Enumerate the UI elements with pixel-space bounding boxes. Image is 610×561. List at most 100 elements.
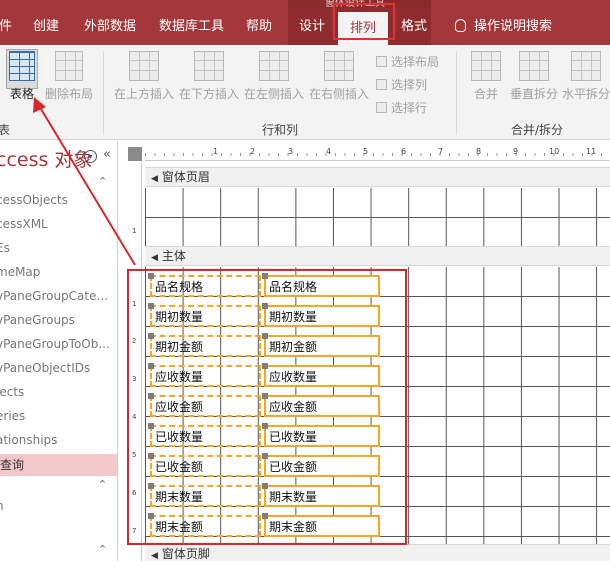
insert-above-button[interactable]: 在上方插入 [113,51,175,102]
section-title: 窗体页眉 [161,170,210,184]
field-textbox[interactable]: 已收金额 [264,455,380,477]
field-label[interactable]: 已收金额 [150,455,261,477]
move-handle[interactable] [262,423,268,429]
tab-design[interactable]: 设计 [299,8,325,45]
tab-file[interactable]: 文件 [0,8,12,45]
move-handle[interactable] [262,393,268,399]
insert-right-icon [324,51,354,81]
split-horizontal-button[interactable]: 水平拆分 [561,51,610,102]
chevron-up-icon[interactable]: ⌃ [98,478,107,491]
section-bar-detail[interactable]: ◀ 主体 [145,246,610,266]
ruler-label: 9 [513,147,519,156]
field-label[interactable]: 期初金额 [150,335,261,357]
nav-pane-title[interactable]: ccess 对象 [0,145,92,172]
ribbon-arrange: 表格 删除布局 表 在上方插入 在下方插入 在左侧插入 在右侧插入 选择布局 选… [0,45,610,140]
select-row-button[interactable]: 选择行 [376,99,427,116]
field-textbox[interactable]: 品名规格 [264,275,380,297]
tab-database-tools[interactable]: 数据库工具 [159,8,224,45]
move-handle[interactable] [148,333,154,339]
nav-collapse-icon[interactable]: « [103,147,111,162]
tab-help[interactable]: 帮助 [246,8,272,45]
tab-format[interactable]: 格式 [401,8,427,45]
move-handle[interactable] [262,453,268,459]
field-label[interactable]: 已收数量 [150,425,261,447]
chevron-up-icon[interactable]: ⌃ [98,543,107,556]
field-label[interactable]: 应收数量 [150,365,261,387]
move-handle[interactable] [262,363,268,369]
form-selector[interactable] [128,147,142,161]
nav-item[interactable]: vPaneGroupToOb... [0,337,110,351]
insert-below-icon [194,51,224,81]
move-handle[interactable] [148,393,154,399]
table-layout-button[interactable]: 表格 [8,51,36,102]
merge-button[interactable]: 合并 [466,51,506,102]
insert-left-button[interactable]: 在左侧插入 [243,51,305,102]
insert-left-icon [259,51,289,81]
field-textbox[interactable]: 应收金额 [264,395,380,417]
nav-item[interactable]: meMap [0,265,40,279]
move-handle[interactable] [262,513,268,519]
field-textbox[interactable]: 期末金额 [264,515,380,537]
title-bar: 窗体设计工具 [0,0,610,9]
ruler-label: 10 [549,147,560,156]
section-bar-form-footer[interactable]: ◀ 窗体页脚 [145,544,610,561]
move-handle[interactable] [262,303,268,309]
field-textbox[interactable]: 期初金额 [264,335,380,357]
split-vertical-label: 垂直拆分 [509,87,558,101]
move-handle[interactable] [148,513,154,519]
ruler-label: 1 [132,300,137,308]
field-textbox[interactable]: 已收数量 [264,425,380,447]
move-handle[interactable] [262,333,268,339]
split-vertical-button[interactable]: 垂直拆分 [509,51,559,102]
ruler-label: 6 [132,489,137,497]
insert-below-button[interactable]: 在下方插入 [178,51,240,102]
field-label[interactable]: 应收金额 [150,395,261,417]
ruler-label: 2 [132,337,137,345]
tab-arrange-highlight [333,3,395,40]
field-label[interactable]: 期末金额 [150,515,261,537]
move-handle[interactable] [148,303,154,309]
field-label[interactable]: 期末数量 [150,485,261,507]
move-handle[interactable] [148,453,154,459]
nav-item[interactable]: Es [0,241,10,255]
form-header-grid[interactable] [145,188,610,246]
field-label[interactable]: 品名规格 [150,275,261,297]
field-textbox[interactable]: 期末数量 [264,485,380,507]
ruler-label: 1 [132,227,137,235]
select-layout-button[interactable]: 选择布局 [376,53,439,70]
tell-me-label: 操作说明搜索 [474,19,553,34]
ruler-label: 11 [586,147,597,156]
nav-dropdown-icon[interactable]: ▾ [84,150,97,163]
nav-item[interactable]: n [0,499,4,513]
move-handle[interactable] [262,273,268,279]
nav-item[interactable]: vPaneGroupCate... [0,289,108,303]
move-handle[interactable] [262,483,268,489]
nav-item[interactable]: vPaneObjectIDs [0,361,90,375]
ruler-label: 8 [476,147,482,156]
insert-right-button[interactable]: 在右侧插入 [308,51,370,102]
insert-left-label: 在左侧插入 [243,87,304,101]
section-bar-form-header[interactable]: ◀ 窗体页眉 [145,167,610,187]
nav-item[interactable]: cessXML [0,217,48,231]
nav-item[interactable]: vPaneGroups [0,313,75,327]
select-column-button[interactable]: 选择列 [376,76,427,93]
nav-item[interactable]: ationships [0,433,57,447]
remove-layout-button[interactable]: 删除布局 [44,51,94,102]
chevron-up-icon[interactable]: ⌃ [98,175,107,188]
nav-item[interactable]: jects [0,385,24,399]
nav-item-selected[interactable]: 查询 [0,454,117,476]
move-handle[interactable] [148,273,154,279]
field-textbox[interactable]: 应收数量 [264,365,380,387]
move-handle[interactable] [148,483,154,489]
move-handle[interactable] [148,423,154,429]
field-label[interactable]: 期初数量 [150,305,261,327]
field-textbox[interactable]: 期初数量 [264,305,380,327]
tab-external-data[interactable]: 外部数据 [84,8,136,45]
ruler-label: 5 [363,147,369,156]
select-layout-label: 选择布局 [391,55,440,69]
tell-me-search[interactable]: 操作说明搜索 [455,8,552,45]
move-handle[interactable] [148,363,154,369]
nav-item[interactable]: eries [0,409,25,423]
tab-create[interactable]: 创建 [33,8,59,45]
nav-item[interactable]: cessObjects [0,193,68,207]
